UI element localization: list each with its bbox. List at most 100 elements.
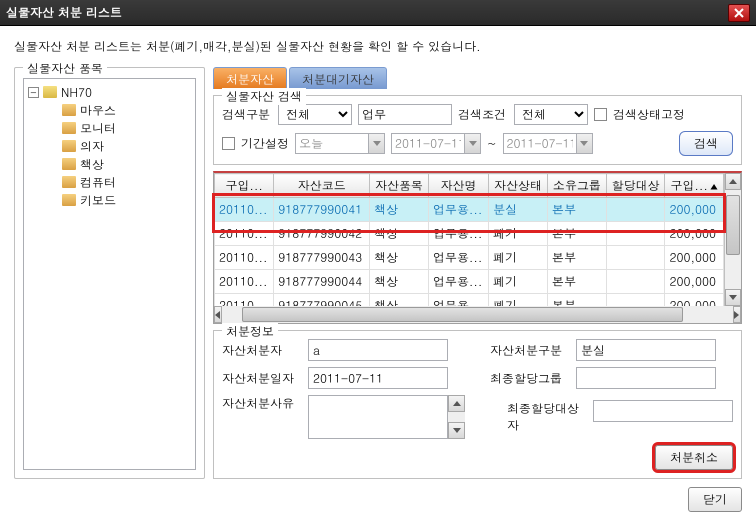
cancel-disposal-button[interactable]: 처분취소 (655, 445, 733, 470)
scroll-thumb[interactable] (242, 307, 683, 322)
scroll-left-icon[interactable] (214, 306, 222, 323)
tree-item-label: 의자 (80, 138, 104, 155)
tree-item[interactable]: 모니터 (26, 119, 193, 137)
table-cell: 폐기 (489, 294, 548, 307)
final-target-label: 최종할당대상자 (507, 400, 587, 434)
horizontal-scrollbar[interactable] (214, 306, 741, 323)
tree-item-label: 컴퓨터 (80, 174, 116, 191)
titlebar: 실물자산 처분 리스트 (0, 0, 756, 26)
tree-item[interactable]: 마우스 (26, 101, 193, 119)
search-button[interactable]: 검색 (679, 131, 733, 156)
search-keyword-input[interactable] (358, 104, 452, 125)
table-cell: 20110... (215, 222, 274, 246)
disposal-date-label: 자산처분일자 (222, 370, 302, 387)
tree-item[interactable]: 책상 (26, 155, 193, 173)
grid-header[interactable]: 자산명 (428, 174, 488, 198)
scroll-up-icon[interactable] (448, 395, 465, 412)
date-from (391, 133, 465, 154)
table-cell: 본부 (547, 294, 606, 307)
grid-header-row: 구입... 자산코드 자산품목 자산명 자산상태 소유그룹 할당대상 구입...… (215, 174, 724, 198)
table-row[interactable]: 20110...918777990044책상업무용...폐기본부200,000 (215, 270, 724, 294)
disposal-date-field: 2011-07-11 (308, 367, 448, 389)
table-cell: 책상 (370, 198, 429, 222)
lock-state-checkbox[interactable] (594, 108, 607, 121)
collapse-icon[interactable]: − (28, 87, 39, 98)
item-icon (62, 140, 76, 152)
asset-tree[interactable]: − NH70 마우스 모니터 의자 책상 컴퓨터 키보드 (23, 78, 196, 470)
disposal-type-label: 자산처분구분 (490, 342, 570, 359)
disposal-type-field: 분실 (576, 339, 716, 361)
table-cell: 책상 (370, 246, 429, 270)
tab-disposed[interactable]: 처분자산 (213, 67, 287, 89)
tree-root[interactable]: − NH70 (26, 83, 193, 101)
vertical-scrollbar[interactable] (724, 173, 741, 306)
search-cond-select[interactable]: 전체 (514, 104, 588, 125)
window-title: 실물자산 처분 리스트 (6, 4, 728, 21)
table-cell (606, 198, 665, 222)
scroll-right-icon[interactable] (733, 306, 741, 323)
table-cell: 분실 (489, 198, 548, 222)
close-window-button[interactable] (728, 4, 750, 22)
search-fieldset: 실물자산 검색 검색구분 전체 검색조건 전체 검색상태고정 기간설정 ~ (213, 95, 742, 165)
folder-icon (43, 86, 57, 98)
grid-header[interactable]: 소유그룹 (547, 174, 606, 198)
tabs: 처분자산 처분대기자산 (213, 67, 742, 89)
table-cell: 본부 (547, 198, 606, 222)
search-div-select[interactable]: 전체 (278, 104, 352, 125)
table-cell: 20110... (215, 246, 274, 270)
sort-asc-icon: ▲ (710, 180, 718, 193)
disposer-field: a (308, 339, 448, 361)
chevron-down-icon (465, 133, 481, 154)
table-row[interactable]: 20110...918777990042책상업무용...폐기본부200,000 (215, 222, 724, 246)
tree-panel: 실물자산 품목 − NH70 마우스 모니터 의자 책상 컴퓨터 키보드 (14, 67, 205, 479)
table-cell: 200,000 (665, 246, 724, 270)
grid-header[interactable]: 자산품목 (370, 174, 429, 198)
grid-header[interactable]: 할당대상 (606, 174, 665, 198)
table-cell (606, 270, 665, 294)
lock-state-label: 검색상태고정 (613, 106, 685, 123)
item-icon (62, 176, 76, 188)
table-row[interactable]: 20110...918777990041책상업무용...분실본부200,000 (215, 198, 724, 222)
close-button[interactable]: 닫기 (688, 487, 742, 512)
table-cell: 본부 (547, 222, 606, 246)
table-cell: 업무용... (428, 270, 488, 294)
item-icon (62, 122, 76, 134)
table-cell: 업무용... (428, 222, 488, 246)
table-row[interactable]: 20110...918777990045책상업무용...폐기본부200,000 (215, 294, 724, 307)
reason-field (308, 395, 448, 439)
table-cell (606, 246, 665, 270)
grid-header[interactable]: 자산코드 (274, 174, 370, 198)
table-cell: 책상 (370, 270, 429, 294)
tree-item-label: 마우스 (80, 102, 116, 119)
period-label: 기간설정 (241, 135, 289, 152)
tree-item[interactable]: 컴퓨터 (26, 173, 193, 191)
table-cell: 책상 (370, 222, 429, 246)
table-cell: 20110... (215, 198, 274, 222)
tab-pending[interactable]: 처분대기자산 (289, 67, 387, 89)
scroll-up-icon[interactable] (725, 173, 741, 190)
table-cell: 본부 (547, 246, 606, 270)
grid-header[interactable]: 구입...▲ (665, 174, 724, 198)
search-div-label: 검색구분 (222, 106, 272, 123)
right-panel: 처분자산 처분대기자산 실물자산 검색 검색구분 전체 검색조건 전체 검색상태… (213, 67, 742, 479)
period-checkbox[interactable] (222, 137, 235, 150)
table-cell: 200,000 (665, 198, 724, 222)
tree-item[interactable]: 의자 (26, 137, 193, 155)
close-icon (734, 8, 744, 18)
table-cell: 폐기 (489, 270, 548, 294)
scroll-thumb[interactable] (726, 195, 740, 255)
grid-header[interactable]: 구입... (215, 174, 274, 198)
disposer-label: 자산처분자 (222, 342, 302, 359)
tree-item[interactable]: 키보드 (26, 191, 193, 209)
table-cell: 200,000 (665, 294, 724, 307)
tree-root-label: NH70 (61, 84, 92, 101)
chevron-down-icon (369, 133, 385, 154)
final-target-field (593, 400, 733, 422)
scroll-down-icon[interactable] (725, 289, 741, 306)
table-row[interactable]: 20110...918777990043책상업무용...폐기본부200,000 (215, 246, 724, 270)
disposal-info-fieldset: 처분정보 자산처분자a 자산처분구분분실 자산처분일자2011-07-11 최종… (213, 330, 742, 479)
table-cell: 업무용... (428, 294, 488, 307)
table-cell: 본부 (547, 270, 606, 294)
grid-header[interactable]: 자산상태 (489, 174, 548, 198)
scroll-down-icon[interactable] (448, 422, 465, 439)
